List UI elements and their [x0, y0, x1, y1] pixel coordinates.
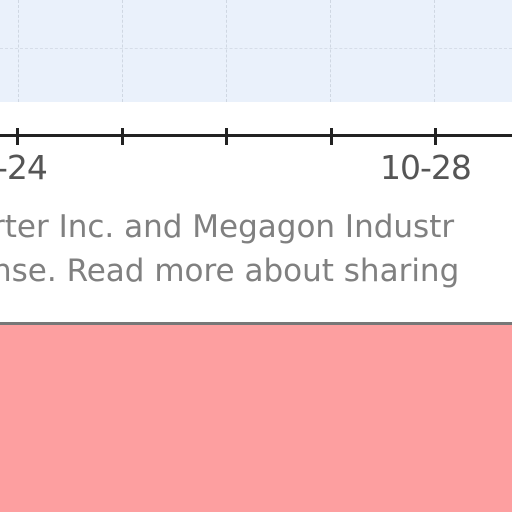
- screen: -24 10-28 rter Inc. and Megagon Industr …: [0, 0, 512, 512]
- x-axis-tick: [16, 128, 19, 145]
- pink-panel: [0, 325, 512, 512]
- gridline: [0, 48, 512, 49]
- attribution-text: rter Inc. and Megagon Industr: [0, 209, 455, 245]
- gridline: [330, 0, 331, 102]
- x-axis-tick: [121, 128, 124, 145]
- gridline: [18, 0, 19, 102]
- x-axis-tick-label: 10-28: [380, 148, 472, 187]
- x-axis-tick: [330, 128, 333, 145]
- x-axis-tick-label: -24: [0, 148, 48, 187]
- x-axis-tick: [225, 128, 228, 145]
- gridline: [226, 0, 227, 102]
- chart-plot-area: [0, 0, 512, 102]
- gridline: [122, 0, 123, 102]
- license-text[interactable]: nse. Read more about sharing: [0, 251, 459, 291]
- x-axis-tick: [434, 128, 437, 145]
- gridline: [434, 0, 435, 102]
